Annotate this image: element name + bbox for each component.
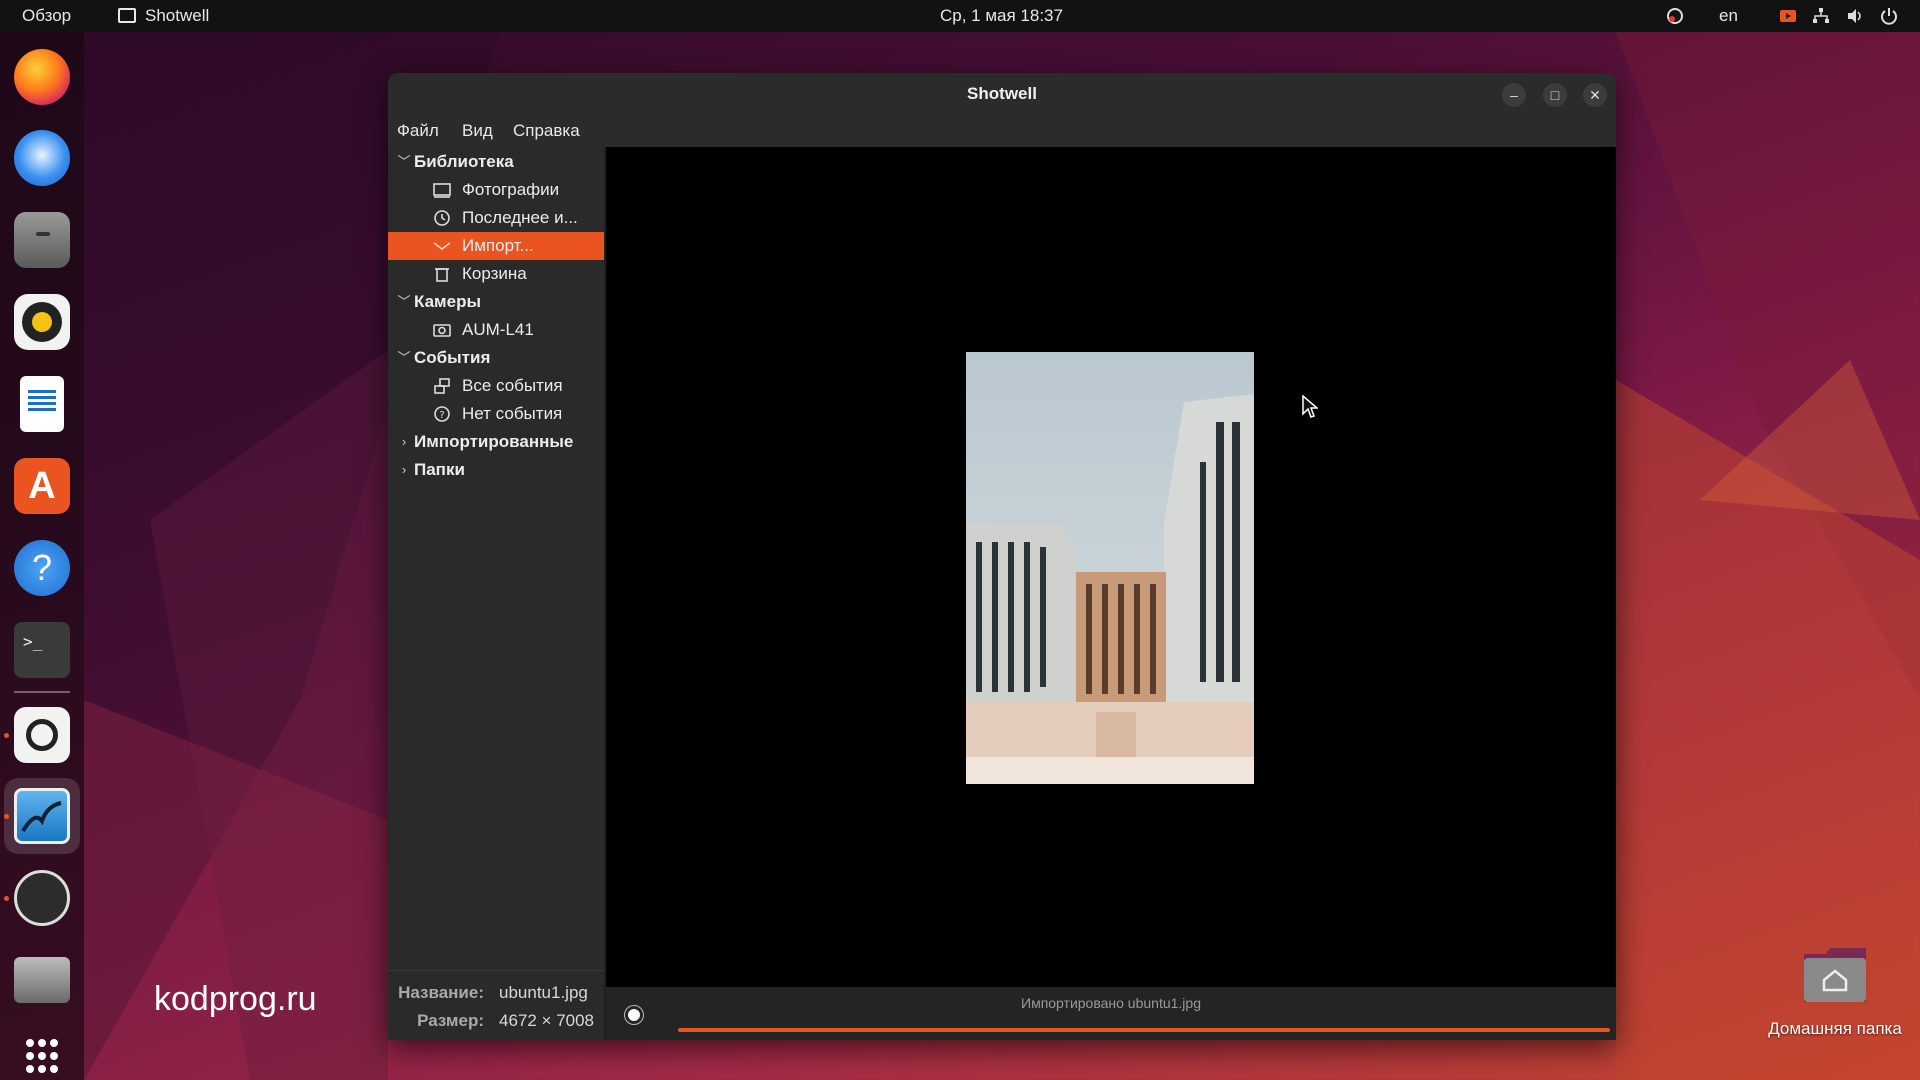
sidebar-item-camera-device[interactable]: AUM-L41 [388, 316, 604, 344]
svg-text:?: ? [439, 410, 444, 421]
status-text: Импортировано ubuntu1.jpg [1021, 995, 1201, 1011]
files-icon[interactable] [14, 212, 70, 268]
photo-metadata: Название: ubuntu1.jpg Размер: 4672 × 700… [388, 970, 604, 1040]
sidebar-folders[interactable]: › Папки [388, 456, 604, 484]
shotwell-icon[interactable] [14, 788, 70, 844]
sidebar-item-photos[interactable]: Фотографии [388, 176, 604, 204]
drive-icon[interactable] [14, 957, 70, 1003]
app-center-icon[interactable]: A [14, 458, 70, 514]
photo-viewer[interactable] [606, 147, 1616, 987]
clock-icon [434, 210, 450, 226]
screenshot-icon[interactable] [14, 707, 70, 763]
volume-icon[interactable] [1846, 7, 1864, 25]
dock-separator [14, 691, 70, 693]
chevron-down-icon[interactable]: ﹀ [396, 288, 412, 316]
shotwell-window: Shotwell – □ ✕ Файл Вид Справка ﹀ Библио… [388, 73, 1616, 1040]
menu-view[interactable]: Вид [462, 115, 493, 147]
sidebar-item-recent[interactable]: Последнее и... [388, 204, 604, 232]
chevron-right-icon[interactable]: › [396, 456, 412, 484]
chevron-down-icon[interactable]: ﹀ [396, 148, 412, 176]
running-indicator [4, 896, 9, 901]
dock: A ? >_ [0, 32, 84, 1080]
window-title: Shotwell [967, 84, 1037, 103]
question-icon: ? [434, 406, 450, 422]
menu-help[interactable]: Справка [513, 115, 580, 147]
sidebar-library[interactable]: ﹀ Библиотека [388, 148, 604, 176]
firefox-icon[interactable] [14, 49, 70, 105]
update-notifier-icon[interactable] [1666, 7, 1684, 25]
status-bar: Импортировано ubuntu1.jpg [606, 987, 1616, 1040]
sidebar-item-no-event[interactable]: ? Нет события [388, 400, 604, 428]
screen-record-icon[interactable] [1779, 7, 1797, 25]
minimize-button[interactable]: – [1502, 83, 1526, 107]
watermark-text: kodprog.ru [154, 980, 317, 1018]
focused-app-name[interactable]: Shotwell [145, 0, 209, 32]
events-icon [434, 378, 450, 394]
power-icon[interactable] [1880, 7, 1898, 25]
maximize-button[interactable]: □ [1543, 83, 1567, 107]
help-icon[interactable]: ? [14, 540, 70, 596]
import-progress-bar [678, 1028, 1610, 1032]
activities-button[interactable]: Обзор [22, 0, 71, 32]
home-folder-shortcut[interactable]: Домашняя папка [1762, 940, 1908, 1050]
obs-icon[interactable] [14, 870, 70, 926]
chevron-down-icon[interactable]: ﹀ [396, 344, 412, 372]
chevron-right-icon[interactable]: › [396, 428, 412, 456]
name-label: Название: [398, 983, 484, 1002]
size-value: 4672 × 7008 [499, 1011, 595, 1030]
sidebar-events[interactable]: ﹀ События [388, 344, 604, 372]
menu-file[interactable]: Файл [397, 115, 439, 147]
thunderbird-icon[interactable] [14, 130, 70, 186]
photos-icon [433, 183, 451, 198]
home-folder-label: Домашняя папка [1768, 1019, 1902, 1038]
keyboard-layout[interactable]: en [1719, 0, 1738, 32]
name-value: ubuntu1.jpg [499, 983, 588, 1002]
close-button[interactable]: ✕ [1583, 83, 1607, 107]
window-app-icon [118, 8, 136, 23]
sidebar-cameras[interactable]: ﹀ Камеры [388, 288, 604, 316]
terminal-icon[interactable]: >_ [14, 622, 70, 678]
show-apps-icon[interactable] [14, 1035, 70, 1080]
home-folder-icon [1804, 948, 1866, 1002]
import-icon [433, 242, 451, 250]
running-indicator [4, 733, 9, 738]
rhythmbox-icon[interactable] [14, 294, 70, 350]
network-icon[interactable] [1812, 7, 1830, 25]
top-bar: Обзор Shotwell Ср, 1 мая 18:37 en [0, 0, 1920, 32]
sidebar: ﹀ Библиотека Фотографии Последнее и... И… [388, 147, 604, 1040]
camera-icon [433, 324, 451, 337]
sidebar-item-trash[interactable]: Корзина [388, 260, 604, 288]
menu-bar: Файл Вид Справка [388, 115, 1616, 147]
sidebar-item-import[interactable]: Импорт... [388, 232, 604, 260]
photo-thumbnail[interactable] [966, 352, 1254, 784]
running-indicator [4, 814, 9, 819]
sidebar-item-all-events[interactable]: Все события [388, 372, 604, 400]
libreoffice-writer-icon[interactable] [20, 376, 64, 432]
progress-fill [678, 1028, 1610, 1032]
size-label: Размер: [417, 1011, 484, 1030]
mouse-cursor-icon [1302, 395, 1318, 418]
trash-icon [435, 268, 449, 282]
sidebar-imported[interactable]: › Импортированные [388, 428, 604, 456]
title-bar[interactable]: Shotwell – □ ✕ [388, 73, 1616, 115]
clock[interactable]: Ср, 1 мая 18:37 [940, 0, 1063, 32]
